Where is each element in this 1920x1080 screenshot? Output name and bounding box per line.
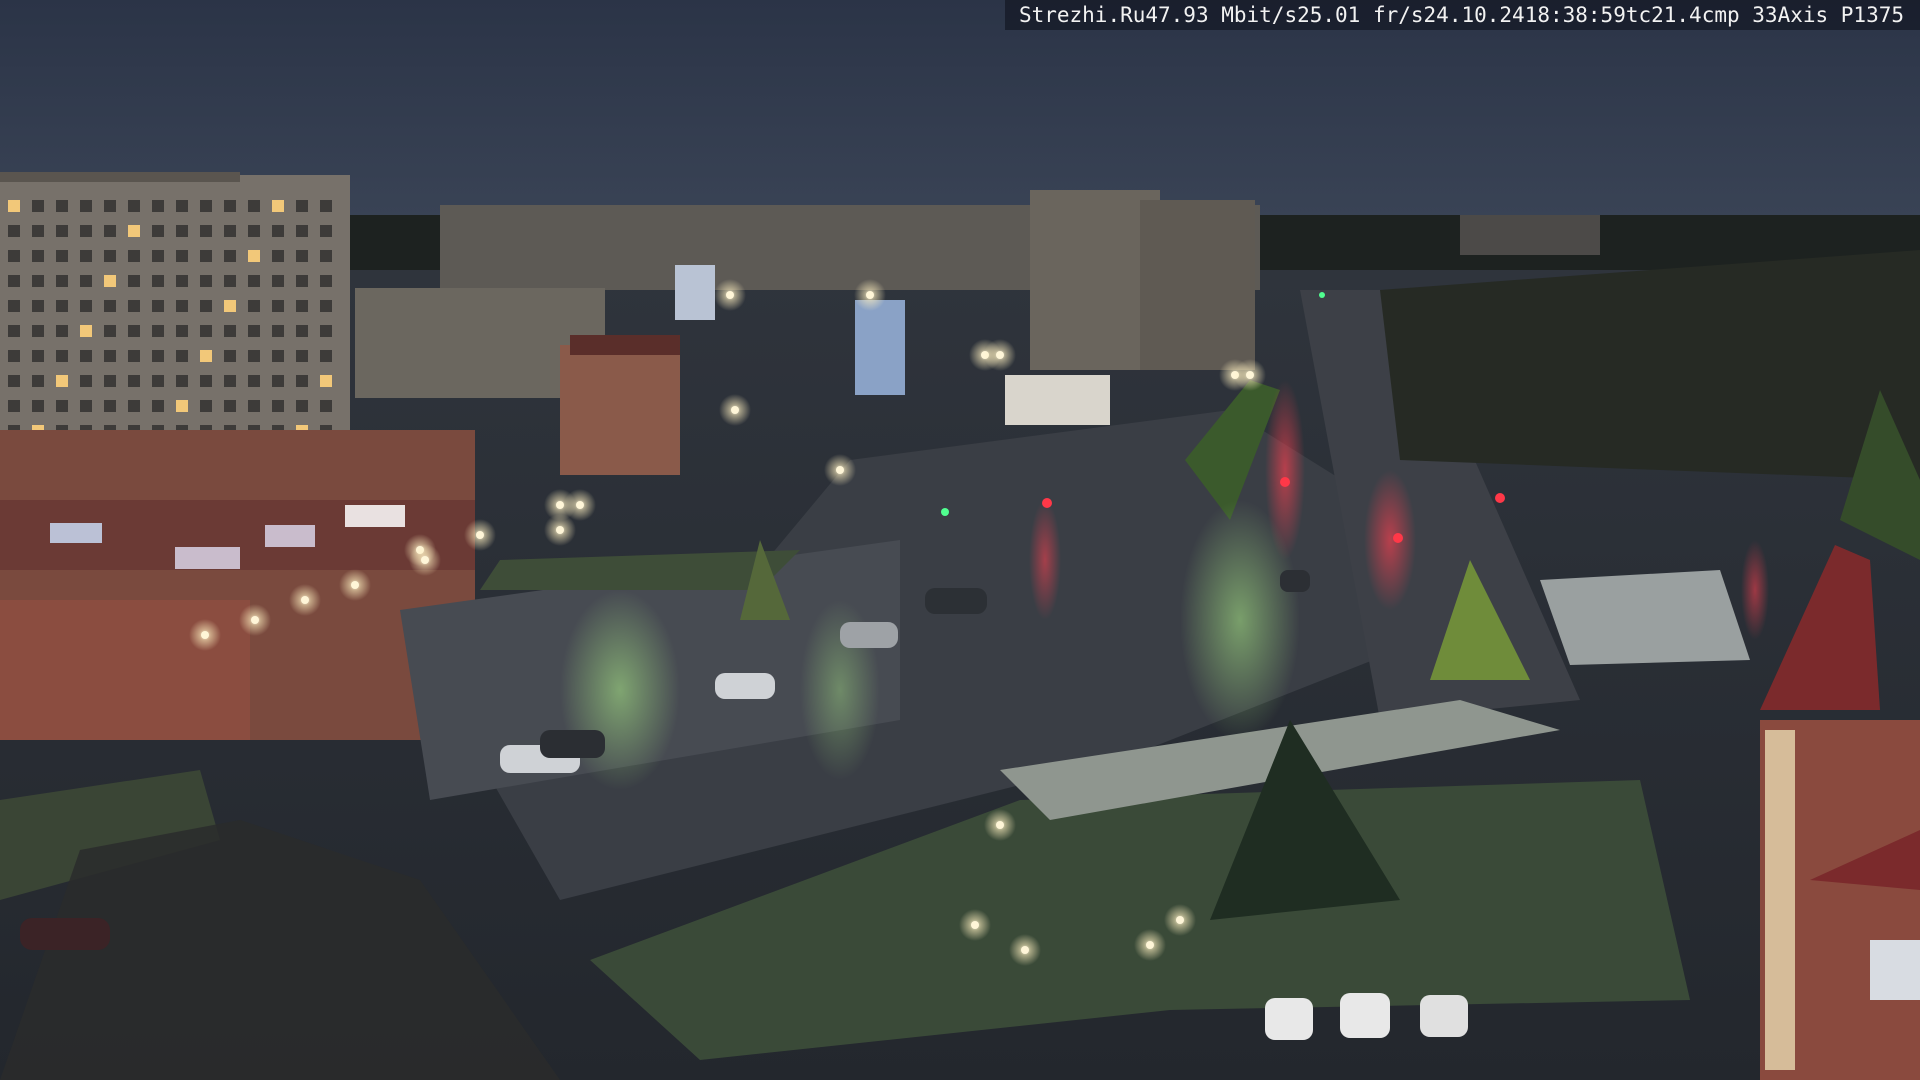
city-scene-image (0, 0, 1920, 1080)
cmp-readout: cmp 33 (1701, 3, 1778, 27)
site-name: Strezhi.Ru (1018, 3, 1146, 27)
framerate-readout: 25.01 fr/s (1297, 3, 1424, 27)
camera-status-overlay: Strezhi.Ru47.93 Mbit/s25.01 fr/s24.10.24… (1004, 0, 1920, 30)
bitrate-readout: 47.93 Mbit/s (1145, 3, 1298, 27)
date-readout: 24.10.24 (1423, 3, 1525, 27)
shopping-center (0, 430, 475, 740)
tc-readout: tc21.4 (1625, 3, 1702, 27)
camera-model: Axis P1375 (1777, 3, 1904, 27)
webcam-view: Strezhi.Ru47.93 Mbit/s25.01 fr/s24.10.24… (0, 0, 1920, 1080)
time-readout: 18:38:59 (1524, 3, 1626, 27)
